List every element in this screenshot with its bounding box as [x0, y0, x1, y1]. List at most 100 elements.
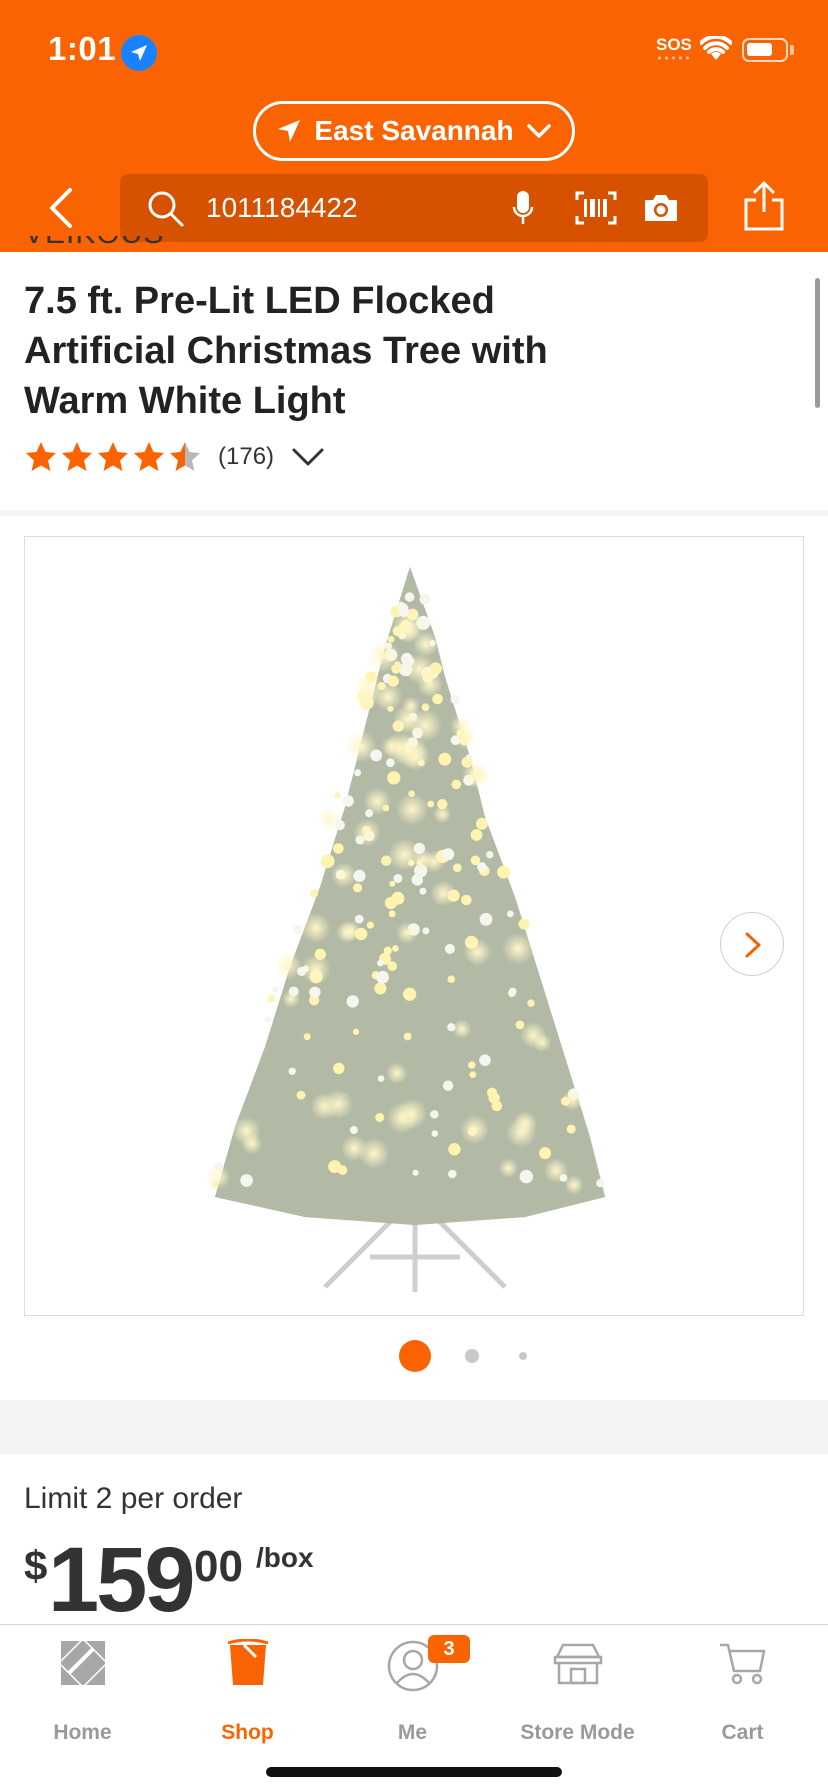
- next-image-button[interactable]: [720, 912, 784, 976]
- search-bar[interactable]: 1011184422: [120, 174, 708, 242]
- tree-light: [448, 1143, 461, 1156]
- price-unit: /box: [256, 1542, 314, 1573]
- tree-glow: [452, 1019, 472, 1039]
- tab-me[interactable]: Me: [330, 1639, 495, 1749]
- store-location-label: East Savannah: [314, 115, 514, 146]
- pagination-dot[interactable]: [399, 1340, 431, 1372]
- tree-light: [518, 918, 530, 930]
- wifi-icon: [700, 36, 732, 60]
- tree-light: [452, 863, 462, 873]
- bottom-tab-bar: Home Shop Me 3 Store Mode Cart: [0, 1624, 828, 1792]
- tree-glow: [341, 1135, 368, 1162]
- tree-light: [389, 880, 396, 887]
- tree-glow: [373, 682, 403, 712]
- tree-glow: [466, 762, 492, 789]
- tree-light: [469, 1071, 477, 1078]
- tree-light: [384, 896, 398, 910]
- microphone-icon[interactable]: [512, 190, 534, 226]
- tree-light: [392, 945, 399, 952]
- tree-light: [488, 1092, 500, 1104]
- tree-light: [296, 1090, 306, 1100]
- search-input[interactable]: 1011184422: [206, 192, 358, 224]
- tab-cart[interactable]: Cart: [660, 1639, 825, 1749]
- price-currency: $: [24, 1542, 48, 1589]
- tree-glow: [274, 951, 302, 980]
- share-icon[interactable]: [742, 180, 786, 232]
- tree-light: [479, 1054, 491, 1066]
- pagination-dot[interactable]: [519, 1352, 527, 1360]
- tree-light: [387, 961, 398, 971]
- tree-light: [333, 1062, 345, 1075]
- tree-light: [377, 959, 384, 967]
- barcode-scan-icon[interactable]: [575, 191, 617, 225]
- tab-label: Shop: [221, 1721, 274, 1744]
- tree-light: [497, 865, 511, 879]
- chevron-down-icon: [526, 124, 551, 138]
- chevron-right-icon: [745, 932, 761, 958]
- search-icon: [148, 191, 184, 227]
- star-icon: [134, 442, 164, 471]
- tree-light: [411, 874, 423, 886]
- home-depot-logo-icon: [58, 1639, 107, 1687]
- tree-glow: [502, 933, 534, 965]
- tree-glow: [463, 937, 492, 967]
- tree-light: [310, 889, 319, 898]
- bucket-icon: [227, 1639, 268, 1685]
- store-selector-button[interactable]: East Savannah: [253, 101, 575, 161]
- tree-light: [342, 795, 354, 807]
- status-time: 1:01: [48, 30, 117, 67]
- tree-light: [486, 851, 494, 859]
- tree-glow: [396, 793, 429, 826]
- tree-light: [403, 987, 417, 1001]
- tree-glow: [460, 1114, 490, 1145]
- product-image[interactable]: [24, 536, 804, 1316]
- tree-glow: [310, 1092, 338, 1120]
- tree-glow: [387, 838, 421, 872]
- brand-label: VEIKOUS: [24, 236, 164, 250]
- tree-light: [448, 1169, 457, 1179]
- tree-light: [422, 927, 430, 935]
- product-rating[interactable]: (176): [24, 440, 324, 474]
- tree-light: [566, 1124, 576, 1134]
- tab-store-mode[interactable]: Store Mode: [495, 1639, 660, 1749]
- tree-light: [376, 970, 389, 984]
- tree-light: [419, 887, 427, 895]
- review-count: (176): [218, 443, 275, 470]
- signal-dots: [656, 56, 690, 60]
- notification-badge: 3: [428, 1635, 470, 1663]
- tab-shop[interactable]: Shop: [165, 1639, 330, 1749]
- tree-glow: [282, 990, 301, 1009]
- camera-icon[interactable]: [642, 192, 680, 224]
- rating-stars: [24, 440, 202, 474]
- tab-home[interactable]: Home: [0, 1639, 165, 1749]
- tab-label: Store Mode: [520, 1721, 635, 1744]
- tree-light: [366, 921, 374, 929]
- tree-light: [352, 883, 363, 893]
- product-brand[interactable]: VEIKOUS: [24, 236, 164, 252]
- sos-indicator: SOS: [656, 35, 692, 54]
- tree-light: [427, 800, 435, 808]
- tree-glow: [506, 1117, 537, 1148]
- price-dollars: 159: [48, 1529, 195, 1631]
- tree-light: [476, 817, 488, 830]
- tree-glow: [386, 1102, 418, 1134]
- tree-light: [519, 1169, 533, 1184]
- tree-light: [375, 1113, 385, 1122]
- star-icon: [170, 442, 200, 471]
- cart-icon: [719, 1643, 765, 1685]
- tree-light: [412, 1169, 419, 1176]
- tree-glow: [417, 671, 443, 698]
- tree-light: [430, 1110, 439, 1119]
- battery-icon: [742, 38, 788, 62]
- tree-light: [333, 843, 344, 854]
- tree-light: [387, 771, 401, 785]
- back-arrow-icon[interactable]: [42, 184, 82, 234]
- tree-glow: [564, 1175, 584, 1195]
- tree-glow: [205, 1164, 231, 1190]
- tree-light: [288, 1067, 296, 1075]
- home-indicator: [266, 1767, 562, 1777]
- pagination-dot[interactable]: [465, 1349, 479, 1363]
- tree-light: [506, 910, 514, 918]
- tree-light: [438, 752, 452, 766]
- tree-glow: [422, 850, 445, 873]
